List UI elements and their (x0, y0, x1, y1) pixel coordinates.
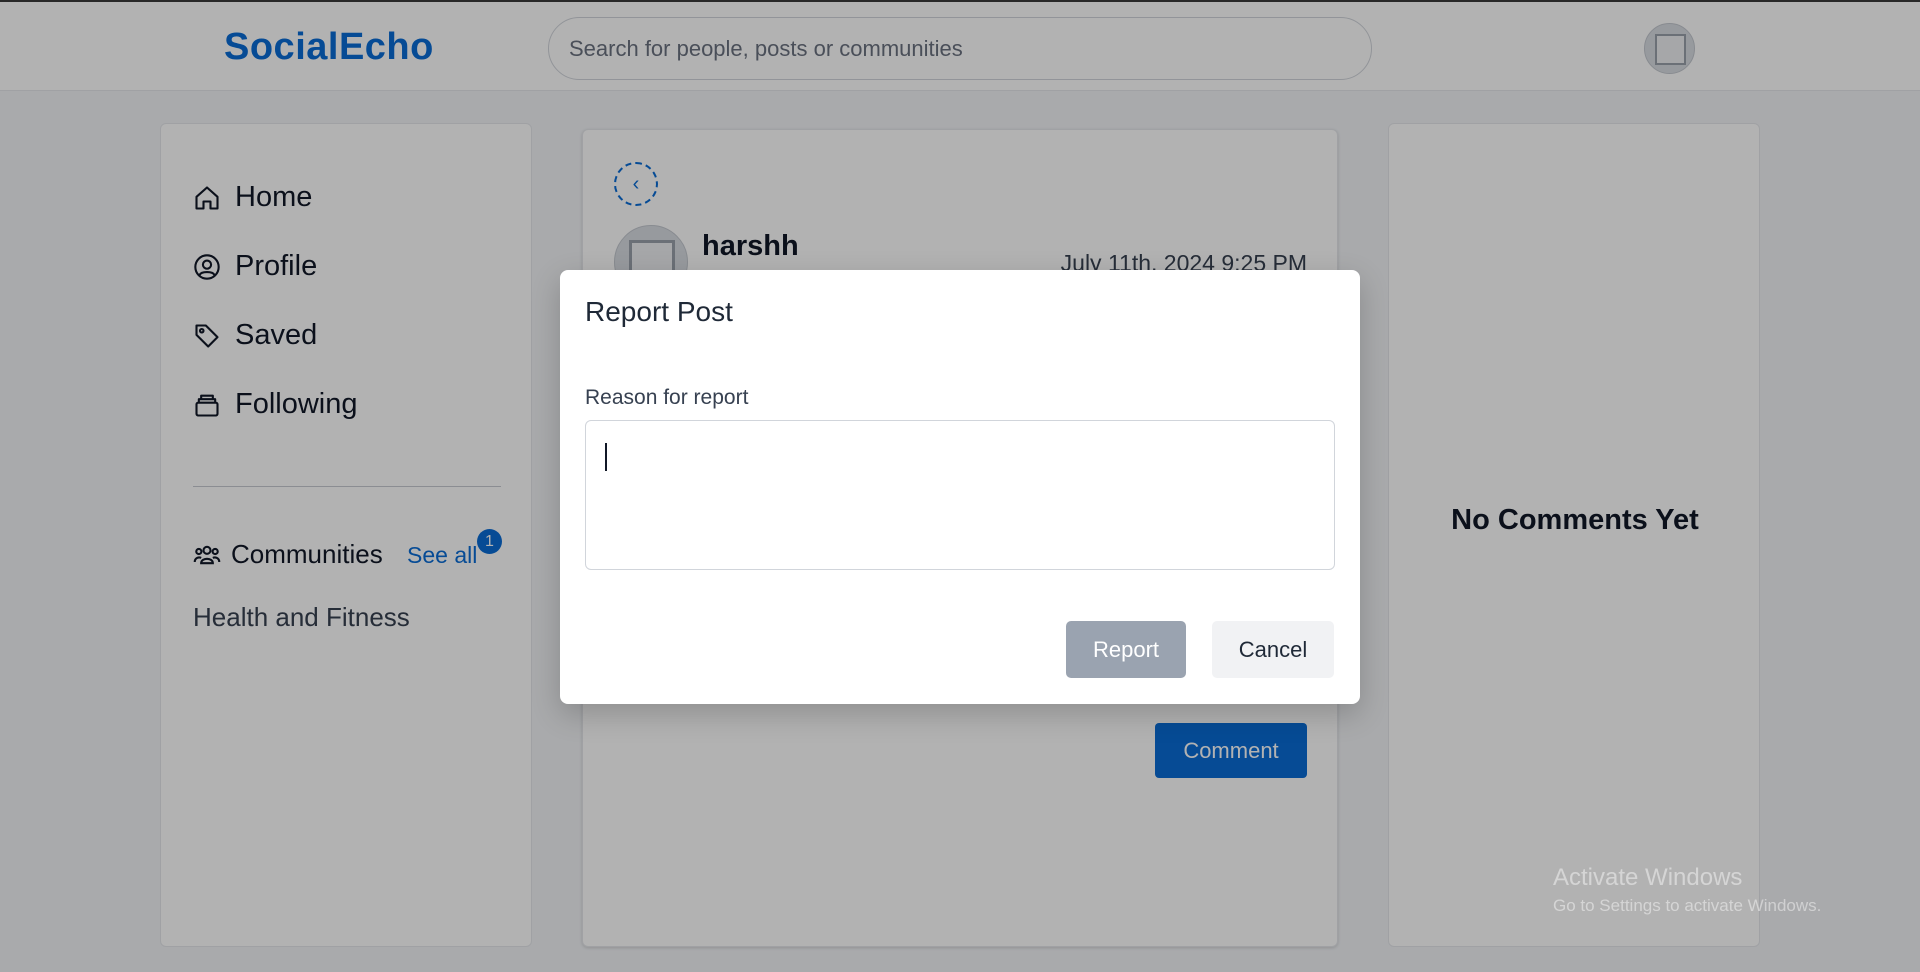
watermark-line: Activate Windows (1553, 864, 1743, 891)
watermark-line: Go to Settings to activate Windows. (1553, 896, 1822, 915)
reason-label: Reason for report (585, 386, 749, 409)
report-button[interactable]: Report (1066, 621, 1186, 678)
text-cursor (605, 443, 607, 471)
reason-textarea[interactable] (585, 420, 1335, 570)
report-post-modal: Report Post Reason for report Report Can… (560, 270, 1360, 704)
modal-title: Report Post (585, 296, 733, 327)
cancel-button[interactable]: Cancel (1212, 621, 1334, 678)
windows-activation-watermark: Activate Windows Go to Settings to activ… (1553, 864, 1821, 916)
